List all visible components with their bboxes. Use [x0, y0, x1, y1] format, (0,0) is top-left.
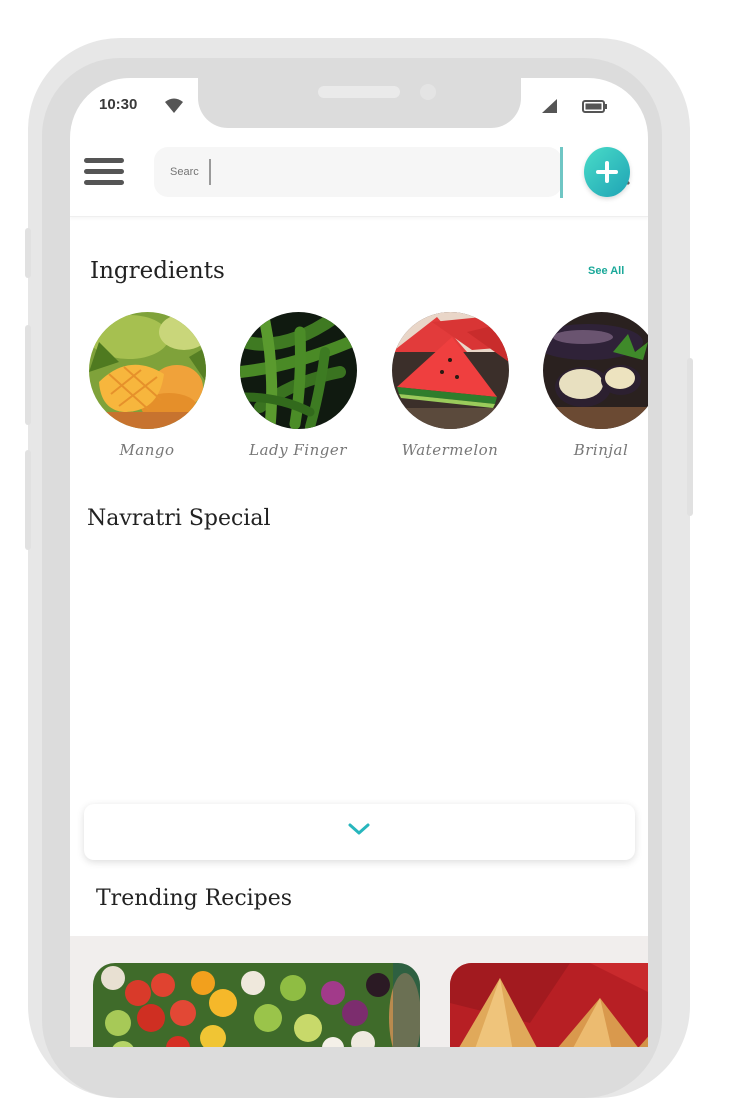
- search-input[interactable]: [170, 160, 210, 184]
- lady-finger-image: [239, 312, 357, 429]
- samosa-image: [450, 963, 648, 1047]
- phone-silent-switch: [25, 228, 31, 278]
- phone-volume-down: [25, 450, 31, 550]
- status-bar: 10:30: [70, 78, 648, 138]
- search-bar[interactable]: [154, 147, 630, 197]
- ingredient-mango[interactable]: Mango: [82, 312, 212, 459]
- ingredient-label: Lady Finger: [249, 441, 347, 459]
- ingredient-brinjal[interactable]: Brinjal: [536, 312, 648, 459]
- phone-screen: 10:30 Searc Ingredients See All Mango La…: [70, 78, 648, 1047]
- status-time: 10:30: [99, 96, 138, 113]
- phone-notch: [198, 78, 521, 128]
- recipe-card-salad[interactable]: [93, 963, 420, 1047]
- ingredient-label: Brinjal: [573, 441, 629, 459]
- text-cursor: [209, 159, 211, 185]
- add-button[interactable]: [584, 147, 630, 197]
- salad-image: [93, 963, 420, 1047]
- menu-icon[interactable]: [84, 158, 124, 186]
- trending-recipes-strip: [70, 936, 648, 1047]
- app-header: [70, 138, 648, 217]
- ingredient-label: Watermelon: [401, 441, 499, 459]
- ingredient-label: Mango: [119, 441, 175, 459]
- wifi-icon: [165, 98, 183, 113]
- ingredients-title: Ingredients: [90, 258, 225, 284]
- phone-volume-up: [25, 325, 31, 425]
- brinjal-image: [542, 312, 648, 429]
- expand-card[interactable]: [84, 804, 635, 860]
- speaker-grille: [318, 86, 400, 98]
- recipe-card-samosa[interactable]: [450, 963, 648, 1047]
- see-all-link[interactable]: See All: [588, 265, 624, 277]
- signal-icon: [542, 99, 557, 113]
- navratri-title: Navratri Special: [87, 506, 271, 531]
- phone-power-button: [687, 358, 693, 516]
- battery-icon: [582, 100, 607, 113]
- plus-icon: [596, 161, 618, 183]
- front-camera: [420, 84, 436, 100]
- ingredient-lady-finger[interactable]: Lady Finger: [233, 312, 363, 459]
- search-divider: [560, 147, 563, 198]
- chevron-down-icon[interactable]: [347, 821, 371, 837]
- ingredient-watermelon[interactable]: Watermelon: [385, 312, 515, 459]
- watermelon-image: [391, 312, 509, 429]
- mango-image: [88, 312, 206, 429]
- trending-title: Trending Recipes: [96, 886, 293, 911]
